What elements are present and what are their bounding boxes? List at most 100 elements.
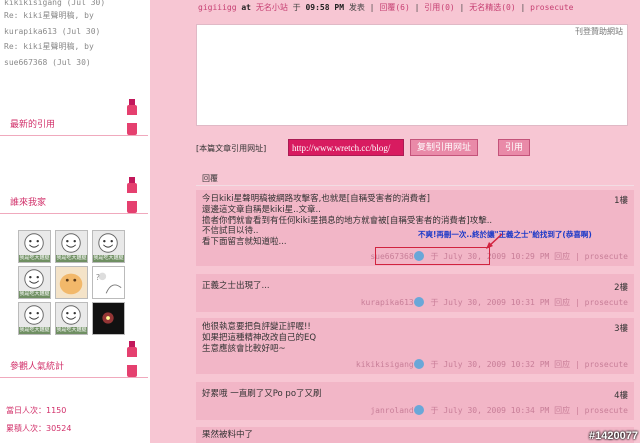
separator: | [574, 360, 580, 369]
stat-total: 累積人次：30524 [6, 424, 72, 433]
comment-line: 好累哦 一直刷了又Po po了又刷 [202, 389, 322, 399]
smiley-icon [24, 269, 44, 289]
user-badge-icon [413, 359, 424, 369]
prosecute-link[interactable]: prosecute [530, 3, 573, 12]
comment-time: July 30, 2009 10:31 PM [443, 298, 550, 307]
copy-trackback-button[interactable]: 复制引用网址 [410, 139, 479, 156]
recent-comment-line[interactable]: Re: kiki星聲明稿, by [4, 8, 149, 24]
question-avatar-icon: ? [96, 272, 122, 294]
avatar-label: 我是吃大雞腿 [56, 255, 87, 262]
separator: | [459, 3, 465, 12]
comment-floor: 2樓 [614, 283, 628, 293]
bottle-icon [127, 99, 137, 135]
replies-heading: 回覆 [202, 174, 218, 183]
bottle-icon [127, 341, 137, 377]
comment-reply-link[interactable]: 回应 [554, 252, 570, 261]
recent-comment-line[interactable]: kurapika613 (Jul 30) [4, 24, 149, 40]
comment-floor: 3樓 [614, 324, 628, 334]
comment-line: 今日kiki星聲明稿被網路攻擊客,也就是[自稱受害者的消費者] [202, 194, 430, 204]
separator: | [574, 298, 580, 307]
comment-reply-link[interactable]: 回应 [554, 298, 570, 307]
comment-reply-link[interactable]: 回应 [554, 406, 570, 415]
latest-trackbacks-header: 最新的引用 [0, 99, 148, 136]
reply-count-link[interactable]: 回覆(6) [379, 3, 409, 12]
comment-body: 他很執意要把負評變正評喔!! 如果把這種精神改改自己的EQ 生意應該會比較好吧~ [202, 322, 316, 354]
user-badge-icon [413, 297, 424, 307]
comment-meta: kikikisigang 于 July 30, 2009 10:32 PM 回应… [356, 359, 628, 370]
smiley-icon [61, 233, 81, 253]
comment-author-link[interactable]: kurapika613 [361, 298, 414, 307]
smiley-icon [98, 233, 118, 253]
recent-comment-line[interactable]: kikikisigang (Jul 30) [4, 0, 149, 8]
follower-avatar[interactable] [55, 266, 88, 299]
post-on: 于 [292, 3, 301, 12]
comment-on: 于 [430, 406, 439, 415]
comment-item: 果然被料中了 [196, 427, 634, 443]
smiley-icon [61, 305, 81, 325]
recent-comments-list: kikikisigang (Jul 30) Re: kiki星聲明稿, by k… [4, 0, 149, 70]
highlight-box [375, 247, 490, 265]
separator: | [520, 3, 526, 12]
comment-line: 擔者你們就會看到有任何kiki星損息的地方就會被[自稱受害者的消費者]攻擊.. [202, 215, 493, 226]
follower-avatar[interactable]: 我是吃大雞腿 [55, 230, 88, 263]
quote-button[interactable]: 引用 [498, 139, 531, 156]
post-author-link[interactable]: gigiiigg [198, 3, 237, 12]
recent-comment-line[interactable]: Re: kiki星聲明稿, by [4, 39, 149, 55]
sidebar: kikikisigang (Jul 30) Re: kiki星聲明稿, by k… [0, 0, 150, 443]
followers-title: 誰來我家 [10, 198, 47, 208]
smiley-icon [24, 305, 44, 325]
comment-meta: kurapika613 于 July 30, 2009 10:31 PM 回应 … [361, 297, 628, 308]
comment-author-link[interactable]: janroland [370, 406, 413, 415]
comment-line: 生意應該會比較好吧~ [202, 343, 286, 354]
divider [196, 185, 634, 186]
separator: | [414, 3, 420, 12]
photo-avatar-icon [59, 273, 83, 295]
post-meta: gigiiigg at 无名小站 于 09:58 PM 发表 | 回覆(6) |… [198, 2, 574, 13]
trackback-url-field[interactable]: http://www.wretch.cc/blog/ [288, 139, 404, 156]
comment-prosecute-link[interactable]: prosecute [585, 360, 628, 369]
separator: | [574, 252, 580, 261]
comment-on: 于 [430, 360, 439, 369]
quote-count-link[interactable]: 引用(0) [424, 3, 454, 12]
comment-item: 正義之士出現了... 2樓 kurapika613 于 July 30, 200… [196, 274, 634, 312]
follower-avatar[interactable]: 我是吃大雞腿 [92, 230, 125, 263]
user-badge-icon [413, 405, 424, 415]
avatar-label: 我是吃大雞腿 [19, 291, 50, 298]
main-content: gigiiigg at 无名小站 于 09:58 PM 发表 | 回覆(6) |… [150, 0, 640, 443]
comment-prosecute-link[interactable]: prosecute [585, 298, 628, 307]
watermark: #1420077 [589, 430, 638, 442]
smiley-icon [24, 233, 44, 253]
comment-line: 他很執意要把負評變正評喔!! [202, 322, 311, 332]
follower-avatar[interactable]: ? [92, 266, 125, 299]
post-published: 发表 [348, 3, 365, 12]
stat-today: 當日人次：1150 [6, 406, 67, 415]
comment-meta: janroland 于 July 30, 2009 10:34 PM 回应 | … [370, 405, 628, 416]
comment-body: 正義之士出現了... [202, 281, 270, 292]
comment-prosecute-link[interactable]: prosecute [585, 252, 628, 261]
comment-body: 果然被料中了 [202, 430, 253, 441]
followers-header: 誰來我家 [0, 177, 148, 214]
avatar-label: 我是吃大雞腿 [19, 255, 50, 262]
follower-avatar[interactable] [92, 302, 125, 335]
follower-avatar[interactable]: 我是吃大雞腿 [18, 230, 51, 263]
sponsor-link[interactable]: 刊登贊助網站 [575, 26, 623, 37]
comment-item: 好累哦 一直刷了又Po po了又刷 4樓 janroland 于 July 30… [196, 382, 634, 420]
comment-prosecute-link[interactable]: prosecute [585, 406, 628, 415]
comment-line: 如果把這種精神改改自己的EQ [202, 332, 317, 343]
fireworks-avatar-icon [102, 312, 114, 324]
sponsor-frame: 刊登贊助網站 [196, 24, 628, 126]
follower-avatar[interactable]: 我是吃大雞腿 [55, 302, 88, 335]
featured-count-link[interactable]: 无名精选(0) [469, 3, 515, 12]
recent-comment-line[interactable]: sue667368 (Jul 30) [4, 55, 149, 71]
post-site-link[interactable]: 无名小站 [256, 3, 288, 12]
comment-floor: 4樓 [614, 391, 628, 401]
follower-avatar[interactable]: 我是吃大雞腿 [18, 302, 51, 335]
follower-avatar[interactable]: 我是吃大雞腿 [18, 266, 51, 299]
post-time: 09:58 PM [305, 3, 345, 12]
comment-on: 于 [430, 298, 439, 307]
comment-line: 還邊這文章自稱是kiki星..文章.. [202, 204, 321, 215]
svg-text:?: ? [96, 273, 100, 282]
comment-reply-link[interactable]: 回应 [554, 360, 570, 369]
comment-author-link[interactable]: kikikisigang [356, 360, 414, 369]
comment-time: July 30, 2009 10:32 PM [443, 360, 550, 369]
